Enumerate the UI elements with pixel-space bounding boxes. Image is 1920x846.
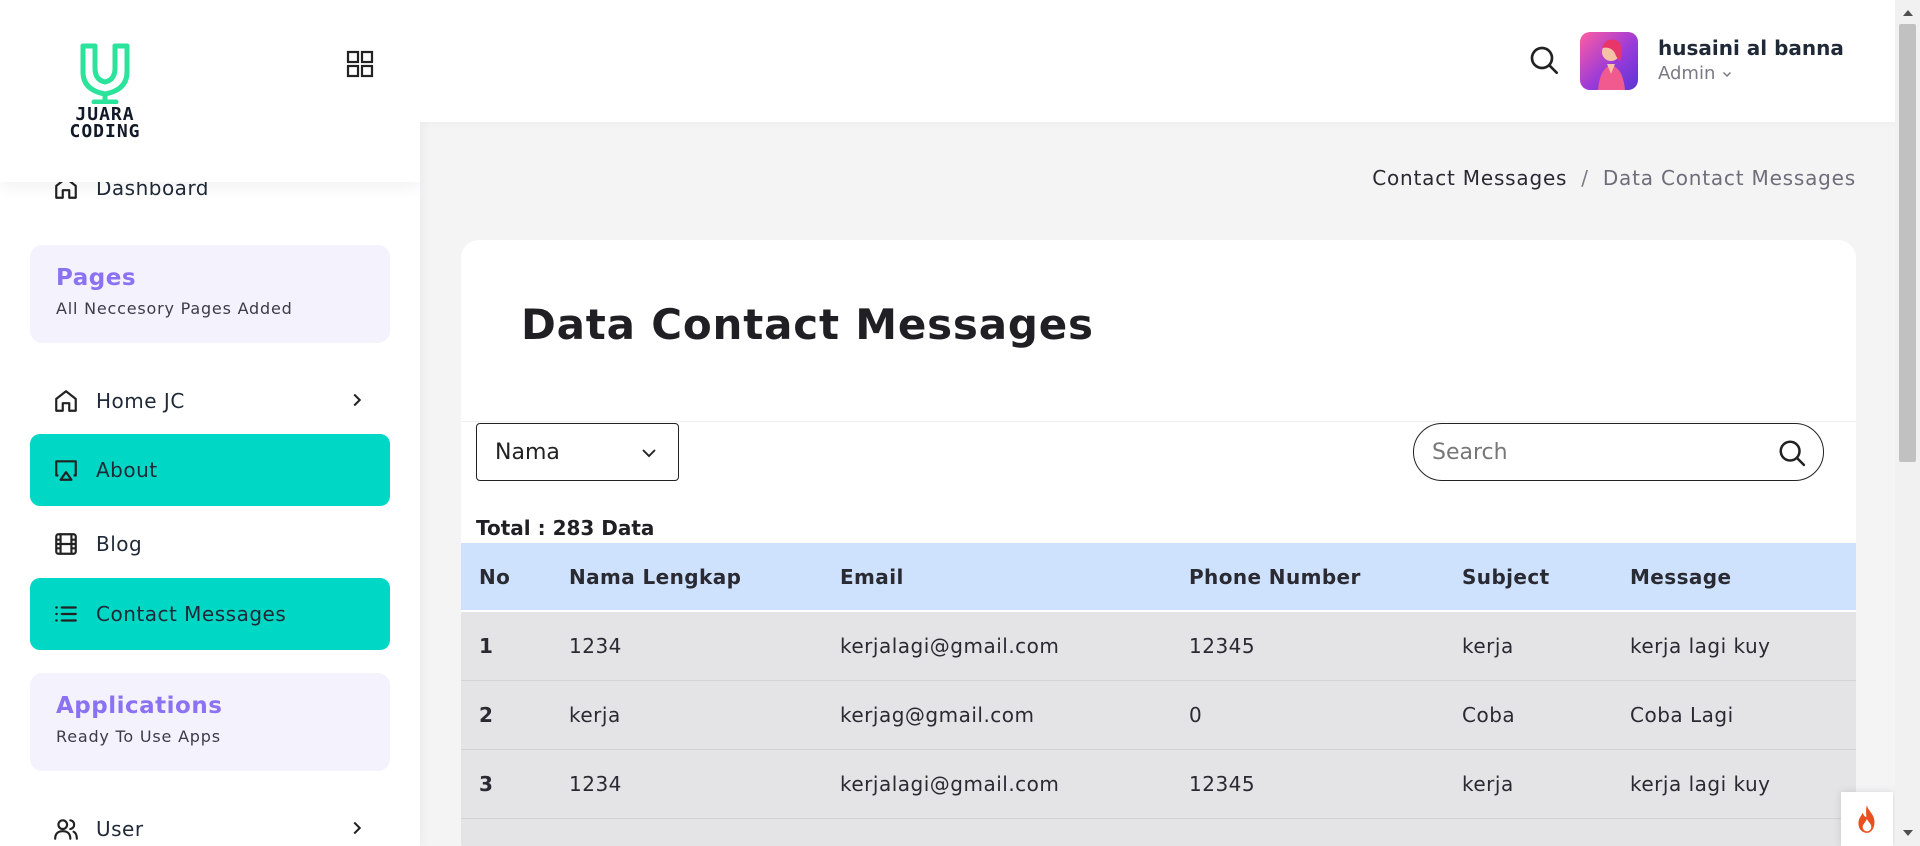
section-title: Applications [56, 693, 223, 719]
cell-phone-number: 0 [1189, 702, 1203, 727]
flame-icon [1858, 805, 1875, 833]
scroll-down-arrow-icon[interactable] [1900, 826, 1916, 840]
sidebar-item-contact-messages[interactable]: Contact Messages [30, 578, 390, 650]
column-header-phone-number[interactable]: Phone Number [1171, 543, 1444, 612]
logo[interactable]: JUARA CODING [50, 38, 160, 146]
search-input[interactable] [1432, 436, 1752, 468]
column-header-no[interactable]: No [461, 543, 551, 612]
data-card: Data Contact Messages Nama Total : 283 D… [461, 240, 1856, 846]
grid-menu-icon[interactable] [346, 50, 374, 78]
divider [461, 421, 1856, 422]
total-count: Total : 283 Data [476, 516, 655, 540]
cell-subject: Coba [1462, 702, 1516, 727]
chevron-right-icon [353, 821, 362, 835]
column-header-message[interactable]: Message [1612, 543, 1856, 612]
home-icon [52, 387, 80, 415]
sidebar-section-applications: Applications Ready To Use Apps [30, 673, 390, 771]
sidebar-item-home-jc[interactable]: Home JC [30, 365, 390, 437]
user-role-dropdown[interactable]: Admin [1658, 63, 1733, 84]
cell-nama-lengkap: 1234 [569, 633, 622, 658]
sidebar-item-label: Contact Messages [96, 602, 287, 626]
cell-subject [1444, 818, 1612, 846]
sidebar-item-about[interactable]: About [30, 434, 390, 506]
section-subtitle: Ready To Use Apps [56, 727, 221, 746]
sidebar-item-label: About [96, 458, 158, 482]
chevron-down-icon [1723, 71, 1732, 77]
cell-nama-lengkap: kerja [569, 702, 621, 727]
top-bar: husaini al banna Admin [420, 0, 1895, 122]
cell-message: kerja lagi kuy [1630, 771, 1771, 796]
cell-no: 1 [479, 633, 494, 658]
cell-email: kerjag@gmail.com [840, 702, 1035, 727]
sidebar-section-pages: Pages All Neccesory Pages Added [30, 245, 390, 343]
sidebar-item-label: Home JC [96, 389, 185, 413]
search-icon[interactable] [1777, 438, 1807, 468]
flame-icon-button[interactable] [1841, 792, 1893, 846]
page-title: Data Contact Messages [521, 300, 1094, 349]
logo-text-line-2: CODING [69, 121, 141, 142]
breadcrumb-separator: / [1581, 166, 1589, 190]
column-header-nama-lengkap[interactable]: Nama Lengkap [551, 543, 822, 612]
cell-subject: kerja [1462, 633, 1514, 658]
search-icon[interactable] [1528, 44, 1560, 76]
cell-message [1612, 818, 1856, 846]
table-row[interactable]: 2 kerja kerjag@gmail.com 0 Coba Coba Lag… [461, 680, 1856, 749]
shield-logo-icon [80, 43, 130, 105]
cell-no: 3 [479, 771, 494, 796]
cell-phone-number: 12345 [1189, 633, 1256, 658]
table-header-row: No Nama Lengkap Email Phone Number Subje… [461, 543, 1856, 612]
sidebar-item-label: User [96, 817, 144, 841]
cell-phone-number [1171, 818, 1444, 846]
sidebar-item-user[interactable]: User [30, 793, 390, 846]
cell-message: Coba Lagi [1630, 702, 1734, 727]
table-row[interactable]: 3 1234 kerjalagi@gmail.com 12345 kerja k… [461, 749, 1856, 818]
sidebar: JUARA CODING Dashboard Pages All Necceso… [0, 0, 420, 846]
sidebar-item-blog[interactable]: Blog [30, 508, 390, 580]
scroll-up-arrow-icon[interactable] [1900, 6, 1916, 20]
cell-subject: kerja [1462, 771, 1514, 796]
cell-email [822, 818, 1171, 846]
users-icon [52, 815, 80, 843]
column-header-subject[interactable]: Subject [1444, 543, 1612, 612]
scrollbar-thumb[interactable] [1899, 24, 1916, 462]
cell-message: kerja lagi kuy [1630, 633, 1771, 658]
breadcrumb: Contact Messages / Data Contact Messages [1372, 166, 1856, 190]
logo-text: JUARA CODING [50, 106, 160, 142]
section-title: Pages [56, 265, 137, 291]
chevron-right-icon [353, 393, 362, 407]
contact-messages-table: No Nama Lengkap Email Phone Number Subje… [461, 543, 1856, 846]
search-field [1413, 423, 1824, 481]
filter-select-value: Nama [495, 439, 560, 465]
airplay-icon [52, 456, 80, 484]
chevron-down-icon [642, 449, 656, 458]
breadcrumb-parent-link[interactable]: Contact Messages [1372, 166, 1567, 190]
breadcrumb-current: Data Contact Messages [1602, 166, 1856, 190]
list-icon [52, 600, 80, 628]
cell-email: kerjalagi@gmail.com [840, 633, 1060, 658]
sidebar-item-label: Blog [96, 532, 143, 556]
section-subtitle: All Neccesory Pages Added [56, 299, 293, 318]
table-row[interactable] [461, 818, 1856, 846]
cell-nama-lengkap: 1234 [569, 771, 622, 796]
film-icon [52, 530, 80, 558]
brand-header: JUARA CODING [0, 0, 420, 182]
cell-no [461, 818, 551, 846]
cell-nama-lengkap [551, 818, 822, 846]
cell-no: 2 [479, 702, 494, 727]
cell-email: kerjalagi@gmail.com [840, 771, 1060, 796]
avatar[interactable] [1580, 32, 1638, 90]
table-row[interactable]: 1 1234 kerjalagi@gmail.com 12345 kerja k… [461, 611, 1856, 680]
user-name: husaini al banna [1658, 36, 1844, 60]
filter-select[interactable]: Nama [476, 423, 679, 481]
column-header-email[interactable]: Email [822, 543, 1171, 612]
user-role-label: Admin [1658, 63, 1716, 84]
cell-phone-number: 12345 [1189, 771, 1256, 796]
